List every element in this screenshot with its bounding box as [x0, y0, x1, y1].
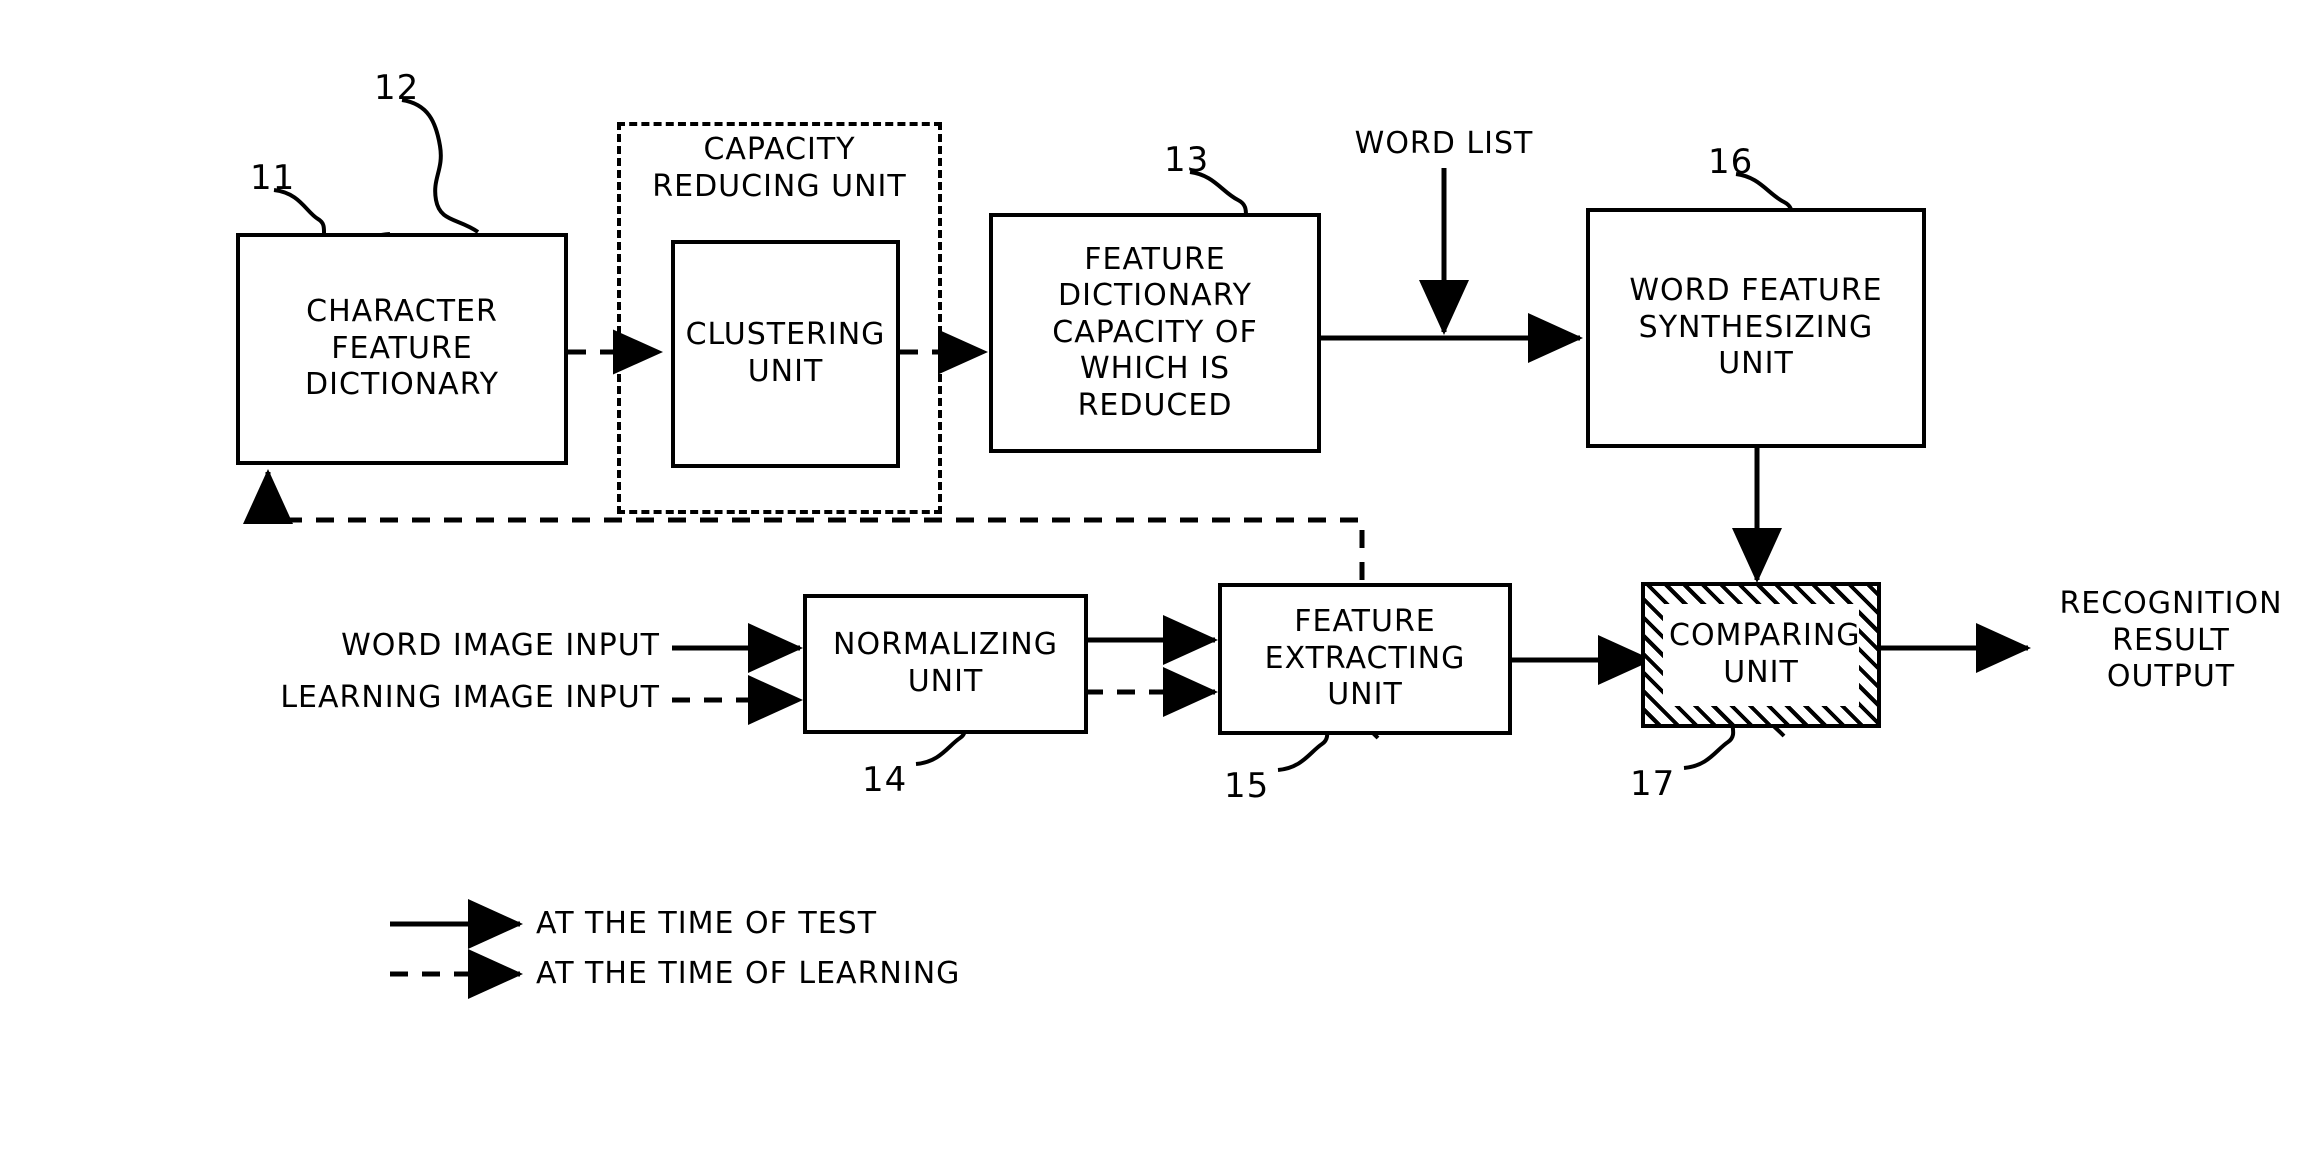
node-clustering-unit[interactable]: CLUSTERING UNIT [671, 240, 900, 468]
recognition-result-output-label: RECOGNITION RESULT OUTPUT [2059, 586, 2283, 695]
node-label: CHARACTER FEATURE DICTIONARY [305, 294, 499, 403]
figure-canvas: CHARACTER FEATURE DICTIONARY CLUSTERING … [0, 0, 2316, 1168]
ref-number-14: 14 [862, 760, 908, 800]
ref-number-11: 11 [250, 158, 296, 198]
connector-layer [243, 98, 2032, 999]
word-list-label: WORD LIST [1354, 126, 1534, 161]
leader-12 [401, 98, 480, 234]
node-label: FEATURE DICTIONARY CAPACITY OF WHICH IS … [1052, 241, 1258, 423]
capacity-reducing-unit-label: CAPACITY REDUCING UNIT [652, 132, 907, 204]
node-label: NORMALIZING UNIT [833, 627, 1058, 699]
node-character-feature-dictionary[interactable]: CHARACTER FEATURE DICTIONARY [236, 233, 568, 465]
word-image-input-label: WORD IMAGE INPUT [341, 628, 660, 663]
legend-item-dashed-label: AT THE TIME OF LEARNING [536, 956, 961, 991]
learning-image-input-label: LEARNING IMAGE INPUT [280, 680, 660, 715]
node-feature-dictionary-reduced[interactable]: FEATURE DICTIONARY CAPACITY OF WHICH IS … [989, 213, 1321, 453]
ref-number-12: 12 [374, 68, 420, 108]
node-label: CLUSTERING UNIT [685, 317, 886, 389]
ref-number-17: 17 [1630, 764, 1676, 804]
comparing-unit-inner: COMPARING UNIT [1663, 604, 1861, 706]
ref-number-15: 15 [1224, 766, 1270, 806]
ref-number-13: 13 [1164, 140, 1210, 180]
node-label: COMPARING UNIT [1669, 618, 1861, 690]
node-label: WORD FEATURE SYNTHESIZING UNIT [1629, 273, 1883, 382]
ref-number-16: 16 [1708, 142, 1754, 182]
legend-item-solid-label: AT THE TIME OF TEST [536, 906, 878, 941]
node-feature-extracting-unit[interactable]: FEATURE EXTRACTING UNIT [1218, 583, 1512, 735]
node-word-feature-synthesizing-unit[interactable]: WORD FEATURE SYNTHESIZING UNIT [1586, 208, 1926, 448]
node-comparing-unit[interactable]: COMPARING UNIT [1641, 582, 1881, 728]
node-label: FEATURE EXTRACTING UNIT [1264, 604, 1466, 713]
node-normalizing-unit[interactable]: NORMALIZING UNIT [803, 594, 1088, 734]
